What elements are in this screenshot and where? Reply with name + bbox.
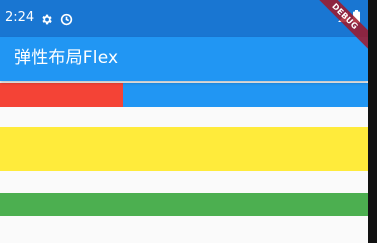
debug-banner: DEBUG bbox=[308, 0, 368, 60]
app-screen: 2:24 弹性布局Flex DEBUG bbox=[0, 0, 377, 243]
flex-row-2 bbox=[0, 127, 368, 171]
flex-item-yellow bbox=[0, 127, 368, 171]
debug-banner-label: DEBUG bbox=[308, 0, 368, 53]
flex-row-1 bbox=[0, 83, 368, 107]
settings-gear-icon bbox=[40, 11, 53, 25]
screen-edge bbox=[368, 0, 377, 243]
page-title: 弹性布局Flex bbox=[14, 48, 119, 68]
sync-icon bbox=[60, 11, 73, 26]
flex-row-3 bbox=[0, 193, 368, 216]
content-area: 2:24 弹性布局Flex DEBUG bbox=[0, 0, 368, 243]
flex-item-red bbox=[0, 83, 123, 107]
flex-item-green bbox=[0, 193, 368, 216]
flex-item-blue bbox=[122, 83, 368, 107]
status-time: 2:24 bbox=[5, 10, 35, 25]
